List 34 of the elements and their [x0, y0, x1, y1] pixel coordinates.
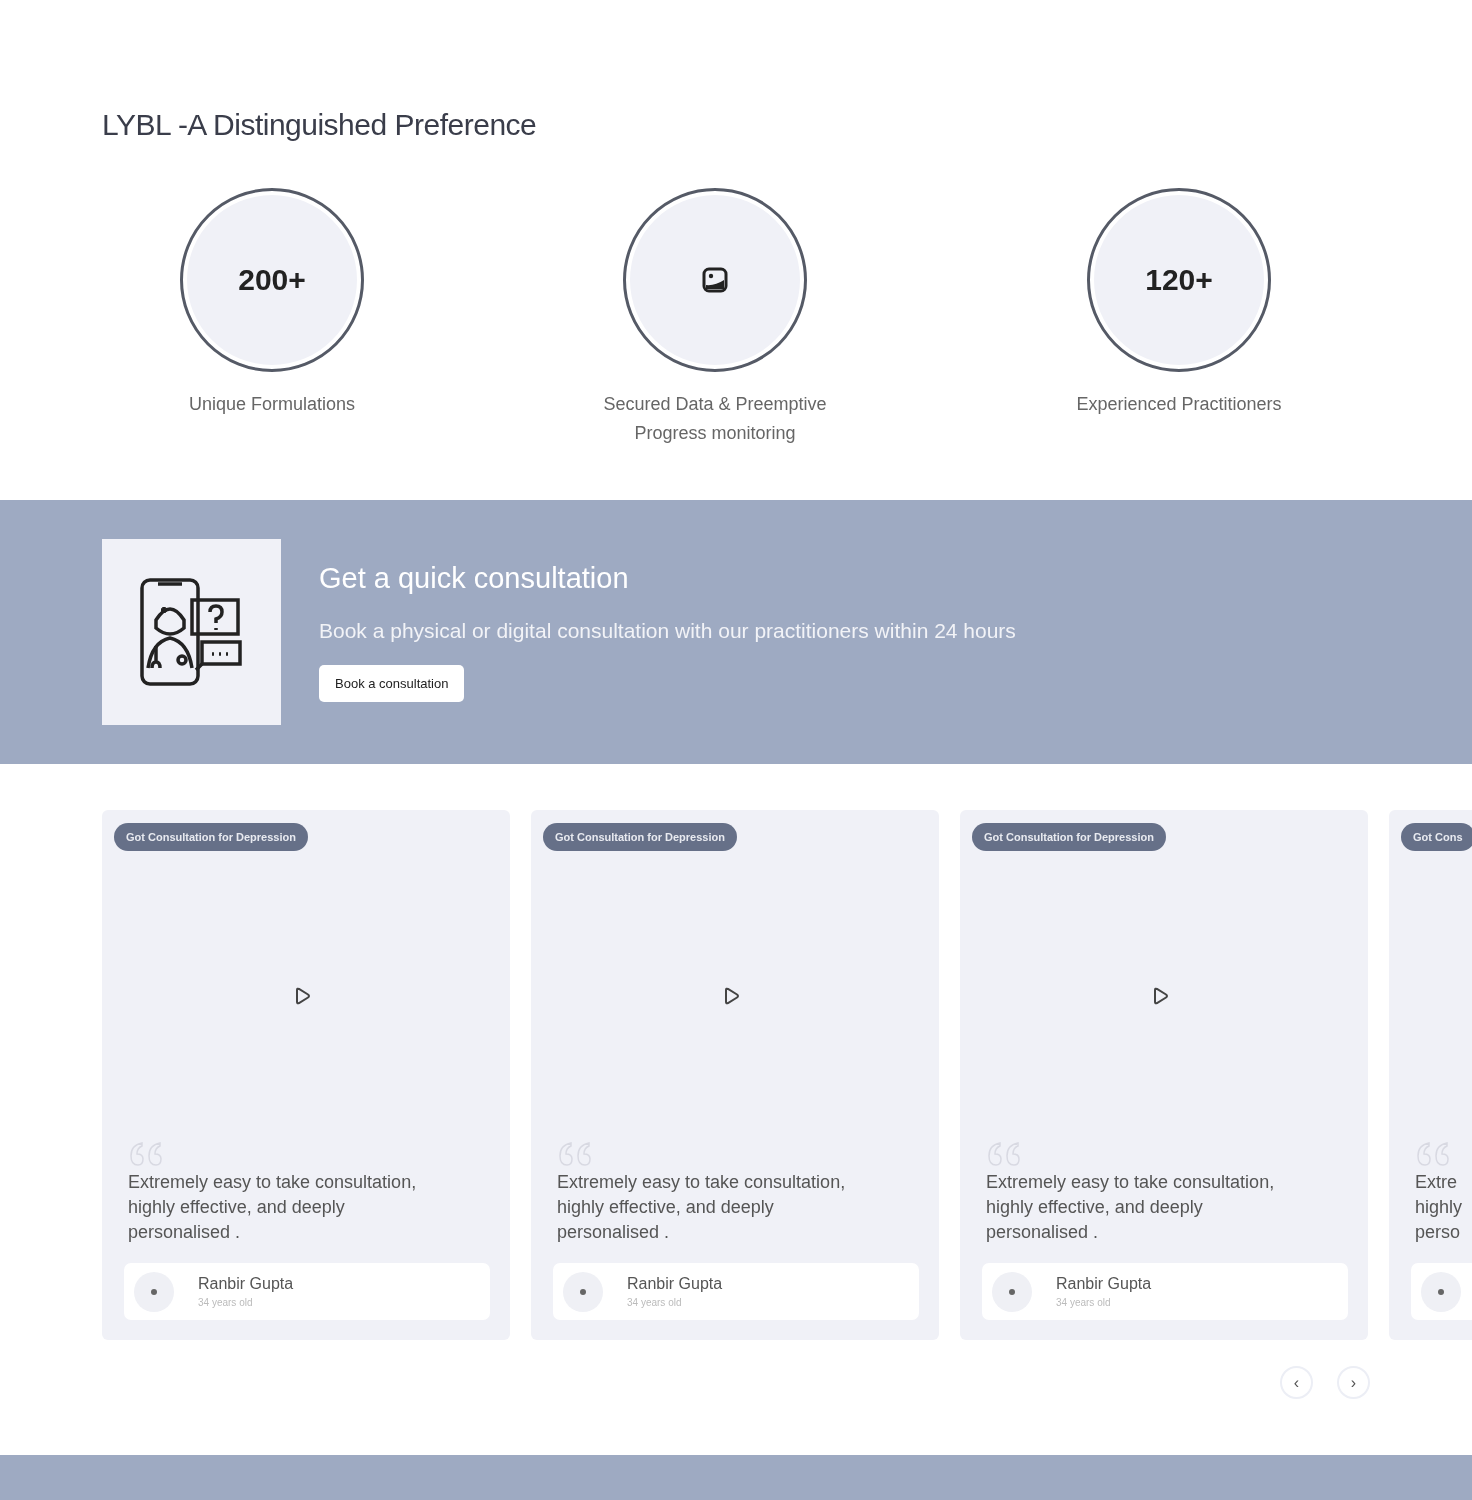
tag-badge: Got Cons: [1401, 823, 1472, 851]
quote-icon: [1415, 1140, 1451, 1168]
author-name: Ranbir Gupta: [198, 1275, 294, 1293]
previous-button[interactable]: ‹: [1280, 1366, 1313, 1399]
avatar: [992, 1271, 1032, 1312]
quote-icon: [986, 1140, 1022, 1168]
image-icon: [702, 267, 728, 293]
quote-icon: [557, 1140, 593, 1168]
author-name: Ranbir Gupta: [1056, 1275, 1152, 1293]
book-consultation-button[interactable]: Book a consultation: [319, 665, 465, 702]
avatar: [563, 1271, 603, 1312]
author-age: 34 years old: [1056, 1297, 1112, 1308]
tag-badge: Got Consultation for Depression: [114, 823, 308, 851]
stat-value: 120+: [1145, 263, 1213, 297]
section-heading: LYBL -A Distinguished Preference: [102, 108, 538, 142]
banner-subtitle: Book a physical or digital consultation with our practitioners within 24 hours: [319, 619, 1016, 643]
author-age: 34 years old: [627, 1297, 683, 1308]
stat-label: Unique Formulations: [187, 393, 357, 416]
testimonial-quote: Extre highly perso: [1415, 1171, 1463, 1244]
author-name: Ranbir Gupta: [627, 1275, 723, 1293]
stat-label: Secured Data & Preemptive Progress monitoring: [602, 393, 828, 445]
author-age: 34 years old: [198, 1297, 254, 1308]
testimonial-quote: Extremely easy to take consultation, highly effective, and deeply personalised .: [128, 1171, 417, 1244]
tag-badge: Got Consultation for Depression: [543, 823, 737, 851]
quote-icon: [128, 1140, 164, 1168]
banner-title: Get a quick consultation: [319, 562, 629, 595]
tag-badge: Got Consultation for Depression: [972, 823, 1166, 851]
testimonial-quote: Extremely easy to take consultation, highly effective, and deeply personalised .: [557, 1171, 846, 1244]
next-button[interactable]: ›: [1337, 1366, 1370, 1399]
testimonial-quote: Extremely easy to take consultation, highly effective, and deeply personalised .: [986, 1171, 1275, 1244]
stat-value: 200+: [238, 263, 306, 297]
stat-label: Experienced Practitioners: [1075, 393, 1283, 416]
avatar: [1421, 1271, 1461, 1312]
avatar: [134, 1271, 174, 1312]
